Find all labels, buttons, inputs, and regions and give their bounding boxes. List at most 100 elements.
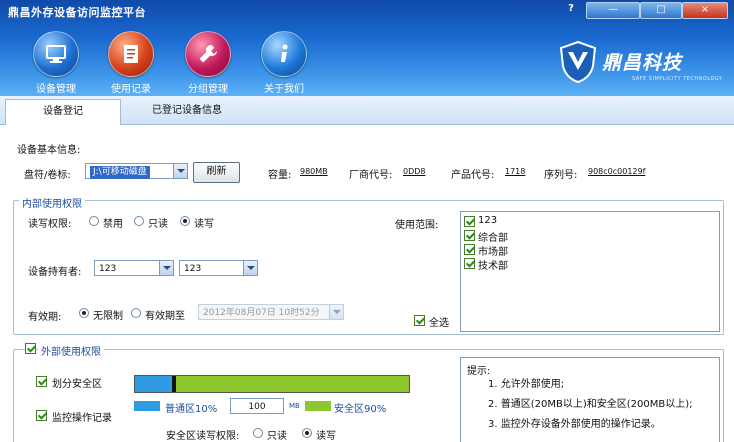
brand-tagline: SAFE SIMPLICITY TECHNOLOGY [632,76,723,82]
brand-logo: 鼎昌科技 SAFE SIMPLICITY TECHNOLOGY [558,40,728,84]
vendor-label: 厂商代号: [349,170,393,181]
validity-date-picker[interactable]: 2012年08月07日 10时52分 [198,304,344,320]
secure-zone-legend: 安全区90% [334,404,387,415]
header-bar: 鼎昌外存设备访问监控平台 ? — □ × 设备管理 使用记录 分组管理 关于我们… [0,0,734,96]
vendor-value: 0DD8 [403,167,426,176]
minimize-button[interactable]: — [586,2,640,19]
drive-select[interactable]: J:\可移动磁盘 [85,163,188,179]
validity-label: 有效期: [28,312,62,323]
validity-until-label: 有效期至 [145,311,185,322]
scope-label: 使用范围: [395,220,439,231]
tab-bar: 设备登记 已登记设备信息 [0,96,734,125]
nav-group-label: 分组管理 [188,84,228,95]
tip-item: 2. 普通区(20MB以上)和安全区(200MB以上); [488,399,693,410]
rw-readonly-label: 只读 [148,219,168,230]
app-window: 鼎昌外存设备访问监控平台 ? — □ × 设备管理 使用记录 分组管理 关于我们… [0,0,734,442]
partition-bar[interactable] [134,375,410,393]
partition-drag-handle[interactable] [172,376,176,392]
help-button[interactable]: ? [562,2,580,17]
close-button[interactable]: × [682,2,728,19]
tab-device-register[interactable]: 设备登记 [5,99,121,125]
chevron-down-icon[interactable] [173,164,187,178]
tips-heading: 提示: [467,366,491,377]
capacity-value: 980MB [300,167,328,176]
monitor-icon [46,45,66,63]
normal-zone-legend: 普通区10% [165,404,218,415]
rw-disable-radio[interactable] [89,216,99,226]
window-title: 鼎昌外存设备访问监控平台 [8,6,146,19]
serial-label: 序列号: [544,170,578,181]
capacity-label: 容量: [268,170,292,181]
mb-unit-label: MB [289,402,300,410]
chevron-down-icon[interactable] [159,261,173,275]
secure-readonly-radio[interactable] [253,428,263,438]
nav-about-us[interactable]: 关于我们 [246,31,322,95]
nav-about-label: 关于我们 [264,84,304,95]
secure-zone-swatch [305,401,331,411]
scope-checkbox-general[interactable] [464,230,475,241]
secure-readonly-label: 只读 [267,431,287,442]
tip-item: 1. 允许外部使用; [488,379,565,390]
tab-registered-devices[interactable]: 已登记设备信息 [132,99,242,124]
drive-label: 盘符/卷标: [24,170,71,181]
scope-item-label: 综合部 [478,233,508,244]
scope-checkbox-123[interactable] [464,216,475,227]
validity-unlimited-label: 无限制 [93,311,123,322]
external-permissions-legend: 外部使用权限 [38,343,104,358]
nav-usage-records[interactable]: 使用记录 [93,31,169,95]
owner-select-secondary-value: 123 [184,264,202,274]
validity-date-value: 2012年08月07日 10时52分 [203,308,320,318]
validity-unlimited-radio[interactable] [79,308,89,318]
internal-permissions-legend: 内部使用权限 [19,195,85,210]
nav-usage-label: 使用记录 [111,84,151,95]
nav-device-label: 设备管理 [36,84,76,95]
secure-readwrite-label: 读写 [316,431,336,442]
rw-readonly-radio[interactable] [134,216,144,226]
owner-label: 设备持有者: [28,267,82,278]
nav-group-management[interactable]: 分组管理 [170,31,246,95]
product-label: 产品代号: [451,170,495,181]
drive-select-value: J:\可移动磁盘 [90,166,150,179]
external-permissions-checkbox[interactable] [25,343,36,354]
owner-select-primary-value: 123 [99,264,117,274]
serial-value: 908c0c00129f [588,167,646,176]
scope-item-label: 市场部 [478,247,508,258]
validity-until-radio[interactable] [131,308,141,318]
product-value: 1718 [505,167,526,176]
secure-readwrite-radio[interactable] [302,428,312,438]
partition-normal-segment [135,376,172,392]
scope-item-label: 技术部 [478,261,508,272]
scope-list[interactable]: 123 综合部 市场部 技术部 [460,211,720,332]
owner-select-secondary[interactable]: 123 [179,260,258,276]
chevron-down-icon[interactable] [243,261,257,275]
rw-disable-label: 禁用 [103,219,123,230]
tip-item: 3. 监控外存设备外部使用的操作记录。 [488,419,661,430]
select-all-checkbox[interactable] [414,315,425,326]
scope-checkbox-marketing[interactable] [464,244,475,255]
normal-zone-swatch [134,401,160,411]
scope-item-label: 123 [478,215,498,226]
secure-rw-label: 安全区读写权限: [166,431,240,442]
rw-readwrite-radio[interactable] [180,216,190,226]
partition-label: 划分安全区 [52,379,102,390]
maximize-button[interactable]: □ [640,2,682,19]
monitor-records-checkbox[interactable] [36,410,47,421]
monitor-records-label: 监控操作记录 [52,413,112,424]
notebook-icon [124,45,138,63]
wrench-icon [199,45,217,63]
rw-permission-label: 读写权限: [28,219,72,230]
tips-panel: 提示: 1. 允许外部使用; 2. 普通区(20MB以上)和安全区(200MB以… [460,357,720,442]
nav-device-management[interactable]: 设备管理 [18,31,94,95]
shield-logo-icon [559,40,597,84]
partition-checkbox[interactable] [36,376,47,387]
info-icon [281,44,288,62]
scope-checkbox-tech[interactable] [464,258,475,269]
chevron-down-icon[interactable] [329,305,343,319]
owner-select-primary[interactable]: 123 [94,260,174,276]
normal-zone-mb-input[interactable]: 100 [230,398,284,414]
rw-readwrite-label: 读写 [194,219,214,230]
brand-name: 鼎昌科技 [602,52,683,74]
select-all-label: 全选 [429,318,449,329]
basic-info-heading: 设备基本信息: [17,145,81,156]
refresh-button[interactable]: 刷新 [193,162,240,183]
